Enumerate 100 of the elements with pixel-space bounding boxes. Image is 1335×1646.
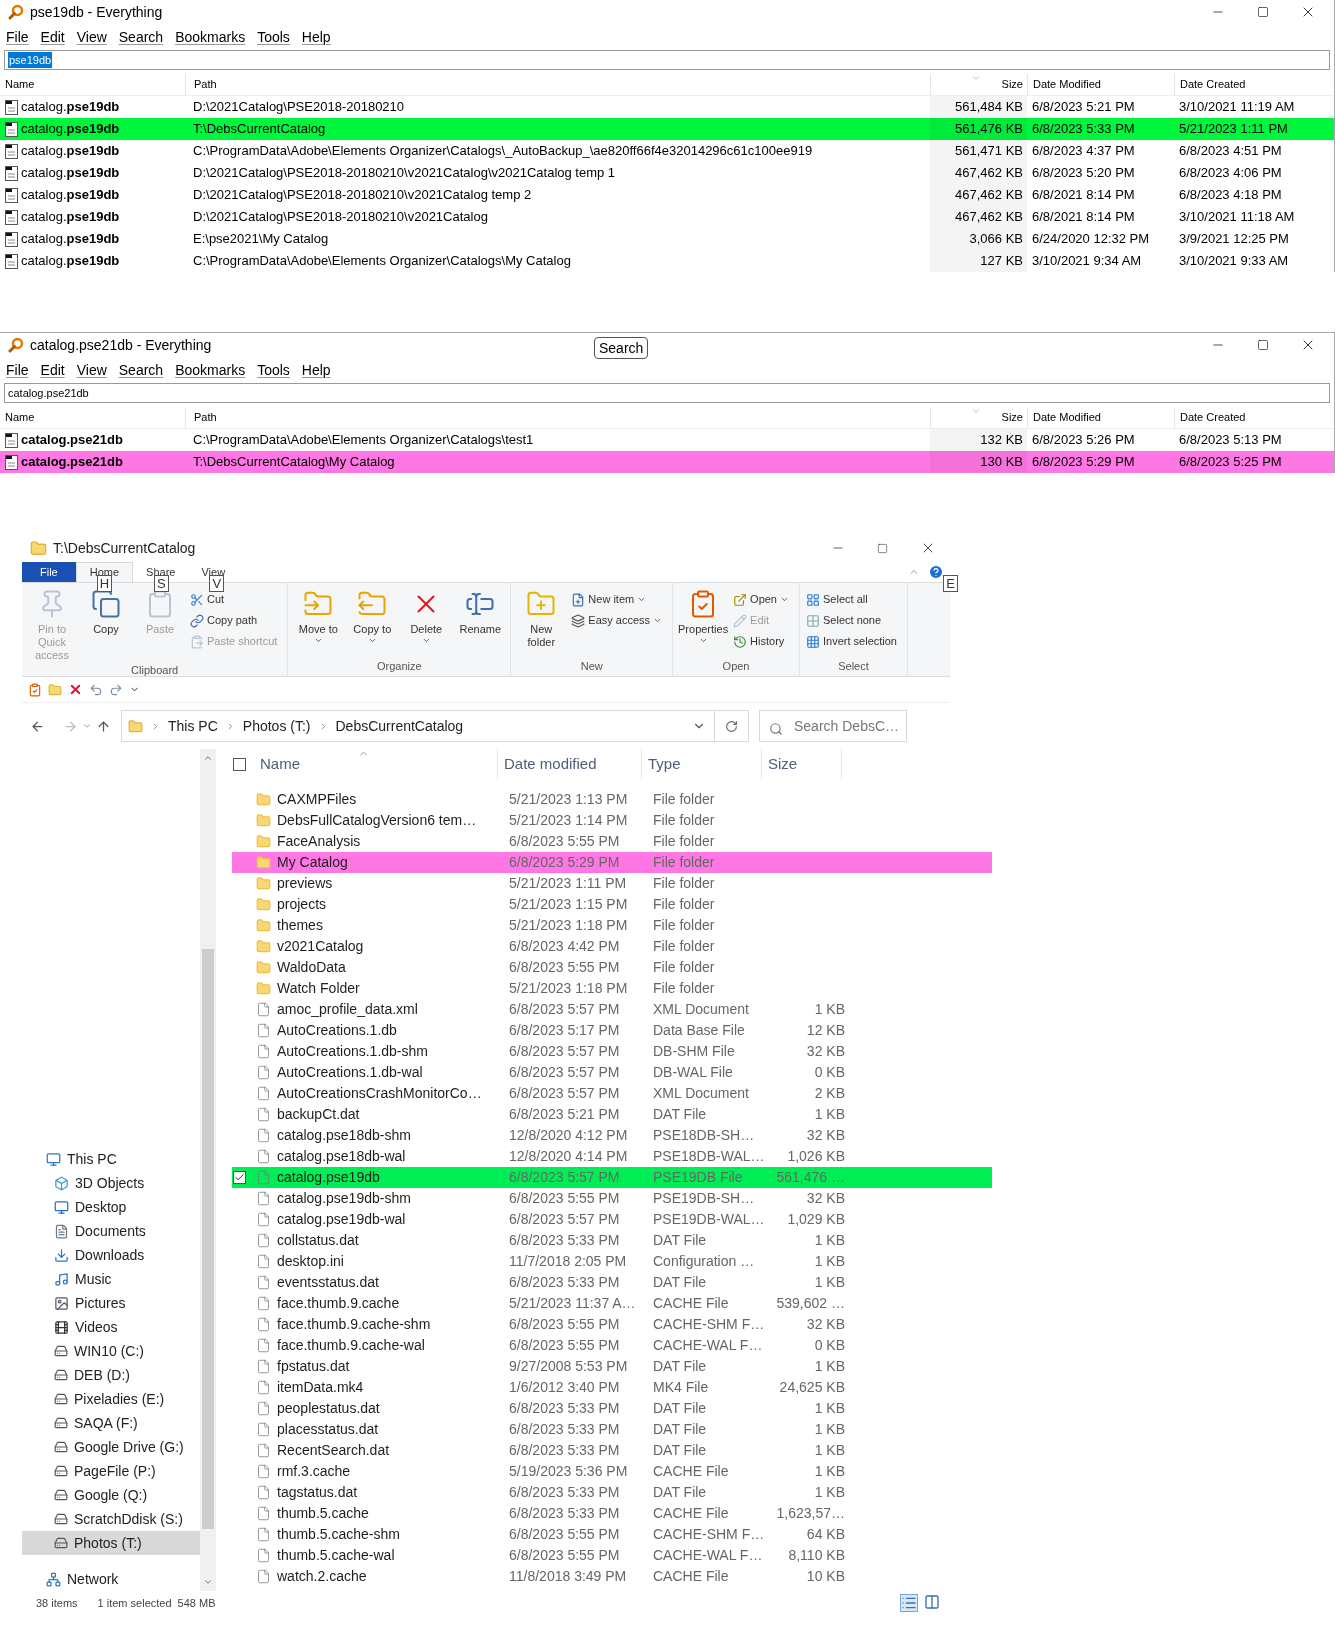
- ribbon-button[interactable]: Invert selection: [806, 631, 897, 652]
- ribbon-button[interactable]: Select none: [806, 610, 897, 631]
- ribbon-button[interactable]: Copy to: [346, 583, 399, 658]
- ribbon-button[interactable]: Properties: [677, 583, 730, 658]
- column-header[interactable]: Type: [648, 752, 681, 776]
- column-header[interactable]: Date Modified: [1033, 409, 1101, 426]
- scroll-down-icon[interactable]: [203, 1577, 213, 1587]
- menu-item[interactable]: Edit: [40, 359, 65, 381]
- search-tooltip-button[interactable]: Search: [594, 337, 649, 359]
- scrollbar[interactable]: [200, 749, 216, 1591]
- breadcrumb[interactable]: Photos (T:): [242, 715, 311, 737]
- ribbon-button[interactable]: Move to: [292, 583, 345, 658]
- menu-item[interactable]: View: [76, 359, 107, 381]
- column-header[interactable]: Size: [768, 752, 798, 776]
- ribbon-button[interactable]: Select all: [806, 589, 897, 610]
- maximize-icon[interactable]: [877, 542, 888, 554]
- nav-item[interactable]: Photos (T:): [22, 1531, 200, 1555]
- ribbon-button[interactable]: Open: [733, 589, 789, 610]
- search-field[interactable]: catalog.pse21db: [4, 383, 1330, 403]
- menu-item[interactable]: Help: [301, 359, 331, 381]
- scroll-up-icon[interactable]: [203, 753, 213, 763]
- result-row[interactable]: catalog.pse21db T:\DebsCurrentCatalog\My Catalog 130 KB 6/8/2023 5:29 PM 6/8/2023 5:25 PM: [0, 451, 1334, 473]
- nav-item[interactable]: Pictures: [22, 1291, 200, 1315]
- help-icon[interactable]: [928, 564, 944, 580]
- column-header[interactable]: Name: [260, 752, 300, 776]
- properties-icon[interactable]: [28, 682, 42, 697]
- menu-item[interactable]: File: [6, 359, 29, 381]
- file-row[interactable]: My Catalog 6/8/2023 5:29 PM File folder: [232, 852, 992, 873]
- nav-item[interactable]: This PC: [22, 1147, 200, 1171]
- column-header[interactable]: Path: [194, 76, 217, 93]
- nav-item[interactable]: SAQA (F:): [22, 1411, 200, 1435]
- ribbon-button[interactable]: Cut: [190, 589, 278, 610]
- column-header[interactable]: Date Created: [1180, 76, 1246, 93]
- file-path: D:\2021Catalog\PSE2018-20180210\v2021Catalog temp 2: [193, 187, 532, 203]
- nav-item[interactable]: Network: [22, 1567, 200, 1591]
- date-modified: 6/8/2023 4:37 PM: [1032, 143, 1135, 159]
- column-header[interactable]: Size: [1001, 76, 1023, 93]
- breadcrumb[interactable]: This PC: [168, 715, 218, 737]
- menu-item[interactable]: Bookmarks: [175, 26, 246, 48]
- select-all-checkbox[interactable]: [233, 757, 246, 771]
- redo-icon[interactable]: [109, 682, 123, 697]
- menu-item[interactable]: Help: [301, 26, 331, 48]
- menu-item[interactable]: Search: [118, 26, 164, 48]
- column-header[interactable]: Name: [5, 76, 35, 93]
- menu-item[interactable]: Edit: [40, 26, 65, 48]
- details-view-icon[interactable]: [900, 1594, 918, 1612]
- nav-item[interactable]: 3D Objects: [22, 1171, 200, 1195]
- nav-item[interactable]: Desktop: [22, 1195, 200, 1219]
- maximize-icon[interactable]: [1256, 6, 1269, 18]
- file-size: 3,066 KB: [969, 230, 1023, 249]
- column-header[interactable]: Date modified: [504, 752, 597, 776]
- file-row[interactable]: catalog.pse19db 6/8/2023 5:57 PM PSE19DB File 561,476 …: [232, 1167, 992, 1188]
- column-header[interactable]: Date Modified: [1033, 76, 1101, 93]
- ribbon-button[interactable]: History: [733, 631, 789, 652]
- drive-icon: [54, 1368, 68, 1382]
- search-field[interactable]: Search DebsC…: [759, 710, 907, 742]
- column-header[interactable]: Date Created: [1180, 409, 1246, 426]
- menu-item[interactable]: Bookmarks: [175, 359, 246, 381]
- file-name: itemData.mk4: [277, 1378, 365, 1397]
- ribbon-button[interactable]: Copy path: [190, 610, 278, 631]
- delete-icon[interactable]: [68, 682, 83, 697]
- ribbon-button[interactable]: Delete: [400, 583, 453, 658]
- refresh-icon[interactable]: [725, 719, 738, 733]
- preview-view-icon[interactable]: [924, 1594, 940, 1612]
- address-bar[interactable]: This PC Photos (T:) DebsCurrentCatalog: [121, 710, 749, 742]
- menu-item[interactable]: Tools: [257, 359, 290, 381]
- ribbon-button[interactable]: Rename: [454, 583, 507, 658]
- maximize-icon[interactable]: [1256, 339, 1269, 351]
- menu-item[interactable]: File: [6, 26, 29, 48]
- ribbon-button[interactable]: New folder: [515, 583, 568, 658]
- menu-item[interactable]: Tools: [257, 26, 290, 48]
- nav-item[interactable]: Google (Q:): [22, 1483, 200, 1507]
- scrollbar-thumb[interactable]: [202, 949, 214, 1529]
- undo-icon[interactable]: [89, 682, 103, 697]
- file-icon: [5, 454, 18, 470]
- ribbon-button[interactable]: Easy access: [571, 610, 663, 631]
- recent-dropdown-icon[interactable]: [82, 721, 92, 731]
- nav-item[interactable]: Pixeladies (E:): [22, 1387, 200, 1411]
- nav-item[interactable]: DEB (D:): [22, 1363, 200, 1387]
- nav-item[interactable]: ScratchDdisk (S:): [22, 1507, 200, 1531]
- menu-item[interactable]: Search: [118, 359, 164, 381]
- menu-item[interactable]: View: [76, 26, 107, 48]
- nav-item[interactable]: Google Drive (G:): [22, 1435, 200, 1459]
- nav-item[interactable]: Videos: [22, 1315, 200, 1339]
- date-modified: 6/8/2021 8:14 PM: [1032, 187, 1135, 203]
- ribbon-button[interactable]: New item: [571, 589, 663, 610]
- nav-item[interactable]: Downloads: [22, 1243, 200, 1267]
- nav-item[interactable]: Music: [22, 1267, 200, 1291]
- open-icon: [733, 592, 748, 607]
- column-header[interactable]: Size: [1001, 409, 1023, 426]
- breadcrumb[interactable]: DebsCurrentCatalog: [335, 715, 464, 737]
- result-row[interactable]: catalog.pse19db T:\DebsCurrentCatalog 561,476 KB 6/8/2023 5:33 PM 5/21/2023 1:11 PM: [0, 118, 1334, 140]
- column-header[interactable]: Name: [5, 409, 35, 426]
- file-tab[interactable]: File: [22, 562, 76, 582]
- row-checkbox[interactable]: [233, 1171, 246, 1184]
- nav-item[interactable]: Documents: [22, 1219, 200, 1243]
- column-header[interactable]: Path: [194, 409, 217, 426]
- nav-item[interactable]: PageFile (P:): [22, 1459, 200, 1483]
- search-field[interactable]: pse19db: [4, 50, 1330, 70]
- nav-item[interactable]: WIN10 (C:): [22, 1339, 200, 1363]
